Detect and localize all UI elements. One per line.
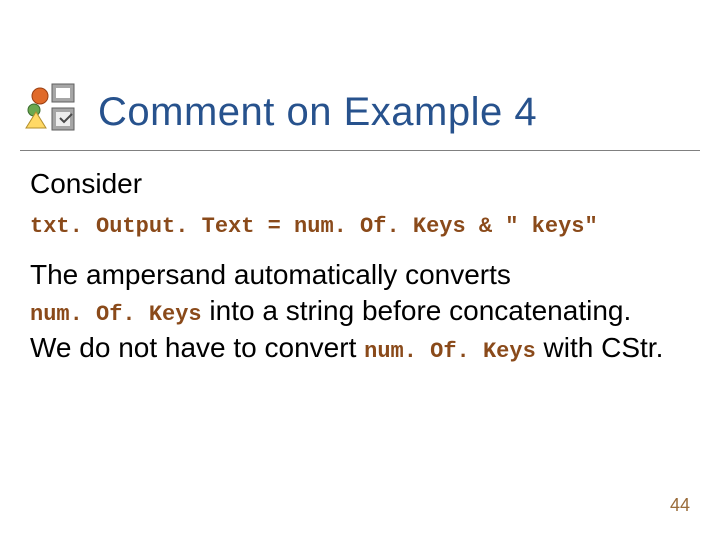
page-number: 44 <box>670 495 690 516</box>
code-line: txt. Output. Text = num. Of. Keys & " ke… <box>30 214 690 239</box>
paragraph-3: We do not have to convert num. Of. Keys … <box>30 330 690 367</box>
inline-code-1: num. Of. Keys <box>30 302 202 327</box>
header-icon <box>20 78 80 138</box>
paragraph-2-rest: into a string before concatenating. <box>202 295 632 326</box>
paragraph-2: num. Of. Keys into a string before conca… <box>30 293 690 330</box>
inline-code-2: num. Of. Keys <box>364 339 536 364</box>
paragraph-3-post: with CStr. <box>536 332 664 363</box>
consider-label: Consider <box>30 168 690 200</box>
paragraph-1: The ampersand automatically converts <box>30 257 690 293</box>
paragraph-3-pre: We do not have to convert <box>30 332 364 363</box>
slide-title: Comment on Example 4 <box>98 92 537 138</box>
header-divider <box>20 150 700 152</box>
